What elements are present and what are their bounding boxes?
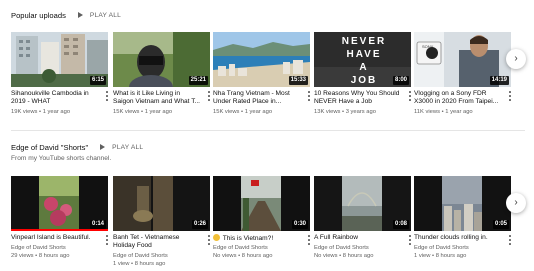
video-duration: 0:05 xyxy=(492,220,509,229)
video-channel[interactable]: Edge of David Shorts xyxy=(113,252,208,260)
thumb-text-word: NEVER xyxy=(342,36,386,47)
more-vert-icon[interactable] xyxy=(105,235,109,245)
more-vert-icon[interactable] xyxy=(105,91,109,101)
video-title[interactable]: Banh Tet - Vietnamese Holiday Food xyxy=(113,234,201,250)
video-age: 8 hours ago xyxy=(241,253,273,259)
section-subtitle: From my YouTube shorts channel. xyxy=(11,155,112,162)
video-thumbnail[interactable]: 0:05 xyxy=(414,176,511,231)
video-duration: 25:21 xyxy=(188,76,208,85)
section-title: Edge of David "Shorts" xyxy=(11,142,89,152)
video-meta: 1 view • 8 hours ago xyxy=(414,253,467,259)
video-views: 11K views xyxy=(414,109,440,115)
video-views: No views xyxy=(314,253,338,259)
section-title: Popular uploads xyxy=(11,10,66,20)
video-title[interactable]: What is it Like Living in Saigon Vietnam… xyxy=(113,90,201,106)
more-vert-icon[interactable] xyxy=(207,91,211,101)
thumb-text-word: A xyxy=(359,62,368,73)
video-meta: No views • 8 hours ago xyxy=(213,253,273,259)
video-title[interactable]: 10 Reasons Why You Should NEVER Have a J… xyxy=(314,90,402,106)
play-all-label: PLAY ALL xyxy=(89,11,121,19)
video-age: 8 hours ago xyxy=(342,253,374,259)
video-channel[interactable]: Edge of David Shorts xyxy=(213,244,308,252)
thinking-face-emoji xyxy=(213,234,220,241)
video-views: 19K views xyxy=(11,109,38,115)
section-header: Popular uploads PLAY ALL xyxy=(11,8,121,22)
video-age: 1 year ago xyxy=(144,109,173,115)
video-duration: 8:00 xyxy=(392,76,409,85)
video-duration: 15:33 xyxy=(288,76,308,85)
video-views: 13K views xyxy=(314,109,341,115)
video-views: No views xyxy=(213,253,237,259)
video-title[interactable]: Sihanoukville Cambodia in 2019 - WHAT HA… xyxy=(11,90,99,106)
section-header: Edge of David "Shorts" PLAY ALL xyxy=(11,140,143,154)
video-duration: 6:15 xyxy=(89,76,106,85)
video-age: 1 year ago xyxy=(42,109,71,115)
video-thumbnail[interactable]: 0:08 xyxy=(314,176,411,231)
video-title[interactable]: This is Vietnam?! xyxy=(223,235,273,242)
video-meta: 11K views • 1 year ago xyxy=(414,109,473,115)
video-views: 29 views xyxy=(11,253,34,259)
video-meta: 19K views • 1 year ago xyxy=(11,109,71,115)
more-vert-icon[interactable] xyxy=(408,91,412,101)
video-meta: No views • 8 hours ago xyxy=(314,253,374,259)
video-thumbnail[interactable]: 0:14 xyxy=(11,176,108,231)
video-duration: 0:30 xyxy=(291,220,308,229)
play-all-button[interactable]: PLAY ALL xyxy=(100,144,143,151)
play-all-label: PLAY ALL xyxy=(112,143,144,151)
play-icon xyxy=(100,144,106,150)
video-title[interactable]: Nha Trang Vietnam - Most Under Rated Pla… xyxy=(213,90,301,106)
play-all-button[interactable]: PLAY ALL xyxy=(77,11,121,19)
video-views: 15K views xyxy=(113,109,140,115)
video-views: 1 view xyxy=(414,253,431,259)
video-channel[interactable]: Edge of David Shorts xyxy=(414,244,509,252)
thumb-text-word: HAVE xyxy=(346,49,381,60)
video-channel[interactable]: Edge of David Shorts xyxy=(314,244,409,252)
video-age: 8 hours ago xyxy=(134,261,166,267)
video-thumbnail[interactable]: 6:15 xyxy=(11,32,108,87)
video-age: 1 year ago xyxy=(445,109,473,115)
video-thumbnail[interactable]: NEVER HAVE A JOB 8:00 xyxy=(314,32,411,87)
video-title[interactable]: Thunder clouds rolling in. xyxy=(414,234,502,242)
video-title[interactable]: Vlogging on a Sony FDR X3000 in 2020 Fro… xyxy=(414,90,502,106)
video-thumbnail[interactable]: SONY 14:19 xyxy=(414,32,511,87)
more-vert-icon[interactable] xyxy=(408,235,412,245)
video-title-row[interactable]: This is Vietnam?! xyxy=(213,234,301,243)
video-meta: 15K views • 1 year ago xyxy=(213,109,273,115)
thumb-text-word: JOB xyxy=(351,75,378,86)
next-button[interactable]: › xyxy=(506,193,526,213)
video-thumbnail[interactable]: 0:30 xyxy=(213,176,310,231)
video-age: 8 hours ago xyxy=(435,253,467,259)
video-age: 8 hours ago xyxy=(38,253,70,259)
more-vert-icon[interactable] xyxy=(508,91,512,101)
video-thumbnail[interactable]: 15:33 xyxy=(213,32,310,87)
watched-progress-bar xyxy=(11,229,108,231)
video-title[interactable]: Vinpearl Island is Beautiful. xyxy=(11,234,99,242)
more-vert-icon[interactable] xyxy=(307,235,311,245)
video-meta: 1 view • 8 hours ago xyxy=(113,261,166,267)
video-age: 1 year ago xyxy=(244,109,273,115)
video-views: 15K views xyxy=(213,109,240,115)
video-duration: 0:14 xyxy=(89,220,106,229)
play-icon xyxy=(77,12,83,18)
video-meta: 15K views • 1 year ago xyxy=(113,109,173,115)
video-thumbnail[interactable]: 25:21 xyxy=(113,32,210,87)
video-channel[interactable]: Edge of David Shorts xyxy=(11,244,106,252)
next-button[interactable]: › xyxy=(506,49,526,69)
video-duration: 14:19 xyxy=(489,76,509,85)
video-views: 1 view xyxy=(113,261,130,267)
more-vert-icon[interactable] xyxy=(307,91,311,101)
video-meta: 29 views • 8 hours ago xyxy=(11,253,70,259)
video-meta: 13K views • 3 years ago xyxy=(314,109,376,115)
video-thumbnail[interactable]: 0:26 xyxy=(113,176,210,231)
video-duration: 0:08 xyxy=(392,220,409,229)
chevron-right-icon: › xyxy=(514,197,518,208)
video-title[interactable]: A Full Rainbow xyxy=(314,234,402,242)
thumb-text-word: SONY xyxy=(422,44,434,49)
video-duration: 0:26 xyxy=(191,220,208,229)
popular-uploads-section: Popular uploads PLAY ALL 6:15 Sihanoukvi… xyxy=(0,0,534,130)
more-vert-icon[interactable] xyxy=(508,235,512,245)
chevron-right-icon: › xyxy=(514,53,518,64)
more-vert-icon[interactable] xyxy=(207,235,211,245)
video-age: 3 years ago xyxy=(345,109,376,115)
